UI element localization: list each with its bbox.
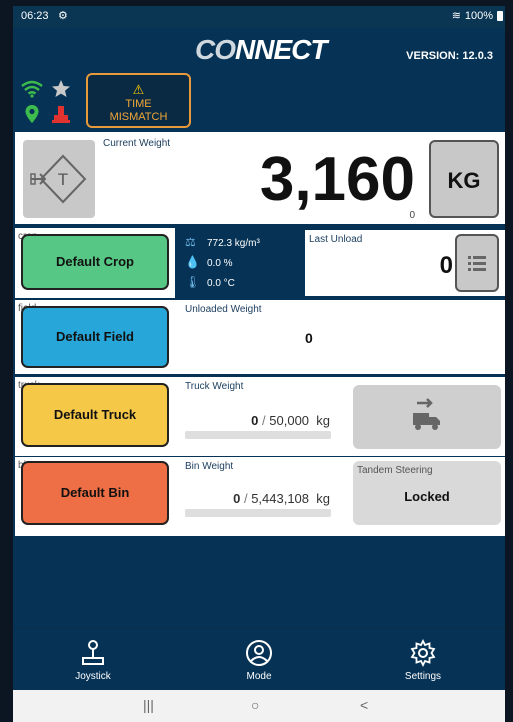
- bottom-navigation: Joystick Mode Settings: [13, 628, 505, 691]
- recent-apps-button[interactable]: |||: [143, 697, 154, 713]
- current-weight-value: 3,160: [259, 145, 415, 214]
- joystick-icon: [82, 640, 104, 665]
- app-screen: 06:23 ⚙ ≋ 100% CONNECT VERSION: 12.0.3 ⚠: [13, 6, 505, 722]
- crop-row: crop Default Crop ⚖ 772.3 kg/m³ 💧 0.0 % 🌡 0…: [15, 228, 505, 298]
- nav-mode-label: Mode: [246, 671, 272, 682]
- status-icons: [19, 78, 89, 133]
- bin-weight-label: Bin Weight: [185, 461, 234, 472]
- time-mismatch-alert[interactable]: ⚠ TIME MISMATCH: [86, 73, 191, 128]
- nav-settings[interactable]: Settings: [373, 629, 473, 691]
- tandem-steering-label: Tandem Steering: [357, 465, 433, 476]
- tare-button[interactable]: T: [23, 140, 95, 218]
- unload-list-button[interactable]: [455, 234, 499, 292]
- nav-joystick-label: Joystick: [75, 671, 111, 682]
- current-weight-panel: T Current Weight 3,160 0 KG: [15, 132, 505, 224]
- connect-logo: CONNECT: [195, 34, 327, 65]
- unloaded-weight-label: Unloaded Weight: [185, 304, 262, 315]
- status-bar: 06:23 ⚙ ≋ 100%: [13, 6, 505, 28]
- operator-icon: [52, 106, 70, 123]
- truck-weight-value: 0 / 50,000 kg: [251, 413, 330, 428]
- unloaded-weight-value: 0: [305, 330, 313, 346]
- tandem-steering-button[interactable]: Tandem Steering Locked: [353, 461, 501, 525]
- nav-settings-label: Settings: [404, 671, 442, 682]
- nav-joystick[interactable]: Joystick: [43, 629, 143, 691]
- unload-to-truck-button[interactable]: [353, 385, 501, 449]
- status-time: 06:23: [21, 10, 49, 22]
- device-frame: 06:23 ⚙ ≋ 100% CONNECT VERSION: 12.0.3 ⚠: [0, 0, 513, 722]
- tandem-steering-value: Locked: [404, 489, 450, 504]
- nav-mode[interactable]: Mode: [209, 629, 309, 691]
- truck-unload-icon: [413, 398, 440, 430]
- truck-weight-label: Truck Weight: [185, 381, 244, 392]
- temperature-icon: 🌡: [185, 275, 201, 289]
- status-settings-icon: ⚙: [58, 10, 68, 22]
- settings-gear-icon: [410, 639, 436, 667]
- warning-icon: ⚠: [132, 82, 145, 97]
- last-unload-label: Last Unload: [309, 234, 363, 245]
- wifi-icon: [21, 80, 43, 98]
- crop-stats: ⚖ 772.3 kg/m³ 💧 0.0 % 🌡 0.0 °C: [185, 232, 260, 292]
- bin-select-button[interactable]: Default Bin: [21, 461, 169, 525]
- current-weight-subvalue: 0: [409, 210, 415, 221]
- crop-select-button[interactable]: Default Crop: [21, 234, 169, 290]
- back-button[interactable]: <: [360, 697, 368, 713]
- time-mismatch-text: TIME MISMATCH: [109, 98, 168, 123]
- field-select-button[interactable]: Default Field: [21, 306, 169, 368]
- moisture-icon: 💧: [185, 255, 200, 269]
- bin-row: bin Default Bin Bin Weight 0 / 5,443,108…: [15, 457, 505, 536]
- app-header: CONNECT VERSION: 12.0.3: [13, 28, 505, 78]
- svg-text:T: T: [58, 170, 68, 189]
- location-pin-icon: [25, 105, 39, 123]
- truck-row: truck Default Truck Truck Weight 0 / 50,…: [15, 377, 505, 456]
- field-row: field Default Field Unloaded Weight 0: [15, 300, 505, 374]
- last-unload-value: 0: [439, 252, 453, 279]
- star-icon: [52, 80, 70, 97]
- battery-level: 100%: [464, 10, 493, 22]
- density-icon: ⚖: [185, 235, 196, 249]
- user-mode-icon: [246, 640, 272, 666]
- wifi-icon: ≋: [451, 10, 461, 22]
- version-label: VERSION: 12.0.3: [406, 50, 493, 62]
- list-icon: [468, 256, 486, 271]
- crop-section: crop Default Crop: [15, 228, 175, 298]
- android-navigation-bar: ||| ○ <: [13, 690, 505, 722]
- crop-moisture: 0.0 %: [207, 258, 233, 269]
- battery-icon: [497, 11, 503, 21]
- unit-toggle-button[interactable]: KG: [429, 140, 499, 218]
- crop-temperature: 0.0 °C: [207, 278, 235, 289]
- bin-weight-value: 0 / 5,443,108 kg: [233, 491, 330, 506]
- truck-select-button[interactable]: Default Truck: [21, 383, 169, 447]
- bin-weight-bar: [185, 509, 331, 517]
- current-weight-label: Current Weight: [103, 138, 171, 149]
- crop-density: 772.3 kg/m³: [207, 238, 260, 249]
- last-unload-panel: Last Unload 0: [305, 230, 505, 296]
- home-button[interactable]: ○: [251, 697, 259, 713]
- truck-weight-bar: [185, 431, 331, 439]
- tare-icon: T: [30, 154, 87, 204]
